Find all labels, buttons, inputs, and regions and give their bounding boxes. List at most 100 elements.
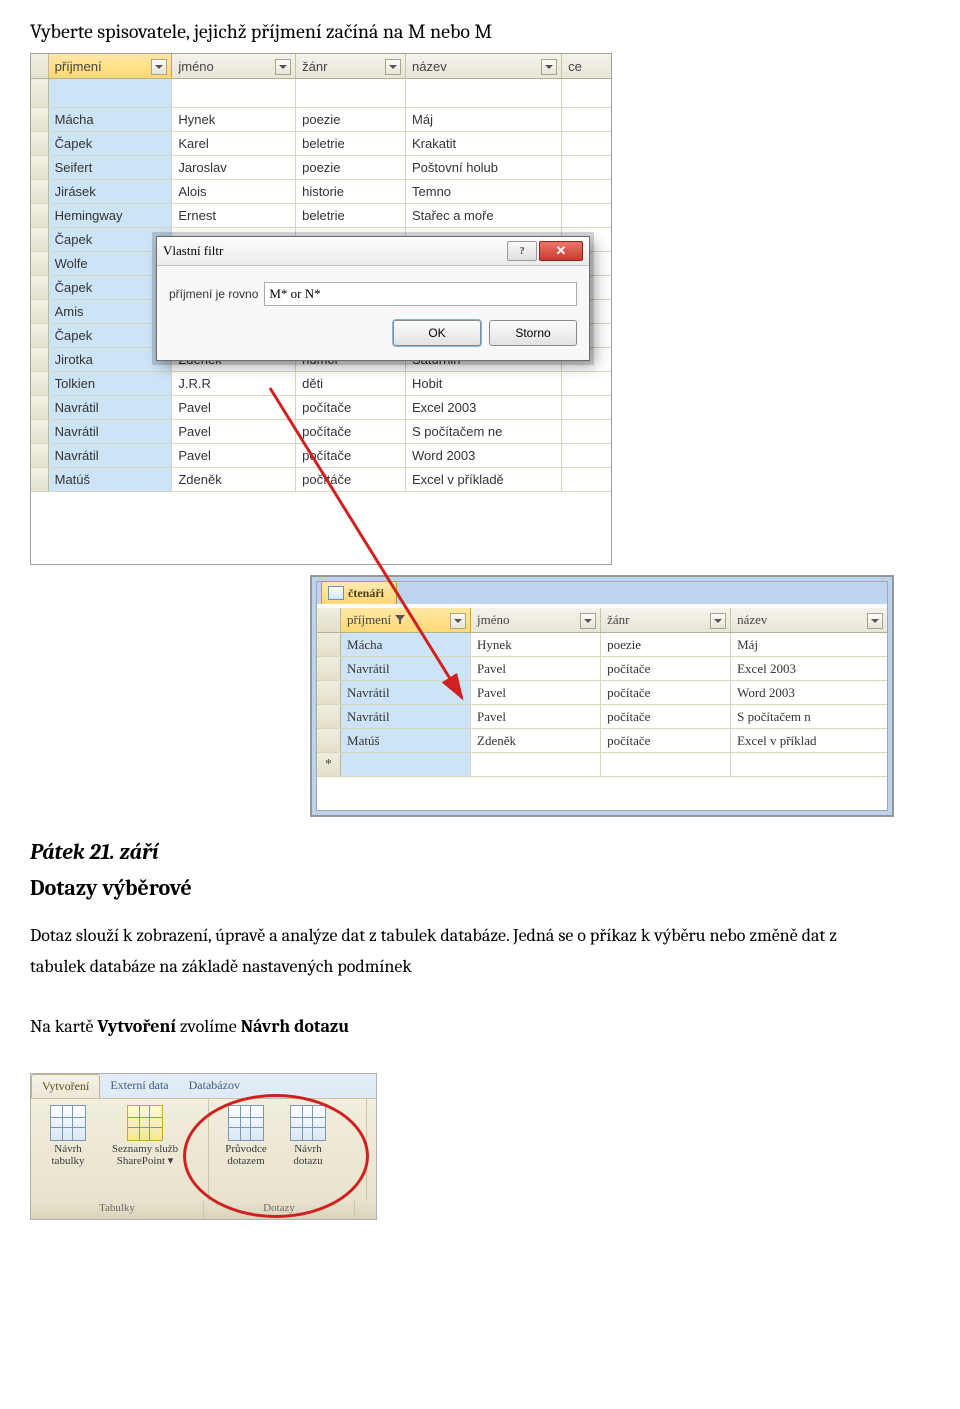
cell[interactable]: Pavel	[471, 681, 601, 704]
cancel-button[interactable]: Storno	[489, 320, 577, 346]
cell[interactable]: Wolfe	[49, 252, 173, 275]
cell[interactable]	[562, 396, 611, 419]
cell[interactable]	[601, 753, 731, 776]
cell[interactable]	[562, 79, 611, 107]
cell[interactable]: Navrátil	[341, 705, 471, 728]
cell[interactable]: historie	[296, 180, 406, 203]
row-selector[interactable]	[31, 324, 49, 347]
row-selector[interactable]	[31, 276, 49, 299]
ribbon-btn-sharepoint[interactable]: Seznamy službSharePoint ▾	[99, 1103, 191, 1199]
filter-dropdown-icon[interactable]	[275, 59, 291, 75]
row-selector[interactable]	[31, 108, 49, 131]
filter-dropdown-icon[interactable]	[151, 59, 167, 75]
cell[interactable]: Poštovní holub	[406, 156, 562, 179]
cell[interactable]: beletrie	[296, 204, 406, 227]
col-header-zanr[interactable]: žánr	[601, 608, 731, 632]
cell[interactable]: Jirotka	[49, 348, 173, 371]
cell[interactable]: Matúš	[341, 729, 471, 752]
cell[interactable]: Excel v příklad	[731, 729, 887, 752]
row-selector[interactable]	[317, 681, 341, 704]
cell[interactable]: Amis	[49, 300, 173, 323]
dialog-close-button[interactable]: ✕	[539, 241, 583, 261]
cell[interactable]: Alois	[172, 180, 296, 203]
row-selector[interactable]	[317, 705, 341, 728]
cell[interactable]: Navrátil	[49, 444, 173, 467]
cell[interactable]: Word 2003	[406, 444, 562, 467]
row-selector[interactable]	[31, 180, 49, 203]
cell[interactable]: Excel v příkladě	[406, 468, 562, 491]
cell[interactable]: počítače	[601, 681, 731, 704]
row-selector[interactable]	[31, 468, 49, 491]
filter-dropdown-icon[interactable]	[541, 59, 557, 75]
cell[interactable]: Pavel	[172, 396, 296, 419]
cell[interactable]: Navrátil	[49, 420, 173, 443]
cell[interactable]: Máj	[406, 108, 562, 131]
cell[interactable]	[562, 372, 611, 395]
ribbon-btn-navrh-tabulky[interactable]: Návrhtabulky	[37, 1103, 99, 1199]
row-selector[interactable]	[31, 156, 49, 179]
cell[interactable]: Pavel	[172, 420, 296, 443]
row-selector[interactable]	[317, 633, 341, 656]
cell[interactable]: Zdeněk	[471, 729, 601, 752]
cell[interactable]: Matúš	[49, 468, 173, 491]
cell[interactable]: Hynek	[172, 108, 296, 131]
cell[interactable]	[562, 180, 611, 203]
cell[interactable]: Čapek	[49, 228, 173, 251]
ribbon-btn-pruvodce-dotazem[interactable]: Průvodcedotazem	[215, 1103, 277, 1199]
filter-dropdown-icon[interactable]	[385, 59, 401, 75]
cell[interactable]: Jirásek	[49, 180, 173, 203]
col-header-prijmeni[interactable]: příjmení	[49, 54, 173, 78]
datasheet-tab[interactable]: čtenáři	[321, 581, 397, 604]
cell[interactable]: počítače	[601, 657, 731, 680]
cell[interactable]	[731, 753, 887, 776]
cell[interactable]: Pavel	[471, 657, 601, 680]
cell[interactable]: počítače	[296, 420, 406, 443]
new-record-row[interactable]: *	[317, 753, 887, 777]
row-selector[interactable]	[31, 204, 49, 227]
cell[interactable]: počítače	[296, 444, 406, 467]
filter-dropdown-icon[interactable]	[710, 613, 726, 629]
cell[interactable]	[49, 79, 173, 107]
cell[interactable]: Stařec a moře	[406, 204, 562, 227]
row-selector[interactable]	[317, 729, 341, 752]
row-selector[interactable]	[31, 420, 49, 443]
ribbon-tab-databazove[interactable]: Databázov	[179, 1074, 250, 1098]
cell[interactable]: počítače	[601, 729, 731, 752]
filter-value-input[interactable]	[264, 282, 577, 306]
col-header-nazev[interactable]: název	[731, 608, 887, 632]
cell[interactable]: Mácha	[49, 108, 173, 131]
cell[interactable]	[341, 753, 471, 776]
dialog-titlebar[interactable]: Vlastní filtr ? ✕	[157, 237, 589, 266]
cell[interactable]: Čapek	[49, 324, 173, 347]
cell[interactable]	[471, 753, 601, 776]
cell[interactable]: počítače	[601, 705, 731, 728]
ribbon-tab-vytvoreni[interactable]: Vytvoření	[31, 1074, 100, 1098]
cell[interactable]: Karel	[172, 132, 296, 155]
row-selector[interactable]	[31, 252, 49, 275]
cell[interactable]: poezie	[601, 633, 731, 656]
cell[interactable]: Navrátil	[341, 681, 471, 704]
dialog-help-button[interactable]: ?	[507, 241, 537, 261]
cell[interactable]: Navrátil	[341, 657, 471, 680]
row-selector[interactable]	[31, 300, 49, 323]
col-header-zanr[interactable]: žánr	[296, 54, 406, 78]
filter-dropdown-icon[interactable]	[867, 613, 883, 629]
col-header-nazev[interactable]: název	[406, 54, 562, 78]
cell[interactable]: Excel 2003	[406, 396, 562, 419]
col-header-prijmeni[interactable]: příjmení	[341, 608, 471, 632]
row-selector[interactable]	[31, 396, 49, 419]
cell[interactable]: Jaroslav	[172, 156, 296, 179]
cell[interactable]: Temno	[406, 180, 562, 203]
cell[interactable]: počítáče	[296, 468, 406, 491]
cell[interactable]: děti	[296, 372, 406, 395]
col-header-ce[interactable]: ce	[562, 54, 611, 78]
cell[interactable]: Seifert	[49, 156, 173, 179]
cell[interactable]: počítače	[296, 396, 406, 419]
row-selector[interactable]	[31, 348, 49, 371]
cell[interactable]: Ernest	[172, 204, 296, 227]
cell[interactable]: Hynek	[471, 633, 601, 656]
cell[interactable]	[562, 420, 611, 443]
cell[interactable]: Tolkien	[49, 372, 173, 395]
cell[interactable]: Hobit	[406, 372, 562, 395]
cell[interactable]: S počítačem n	[731, 705, 887, 728]
